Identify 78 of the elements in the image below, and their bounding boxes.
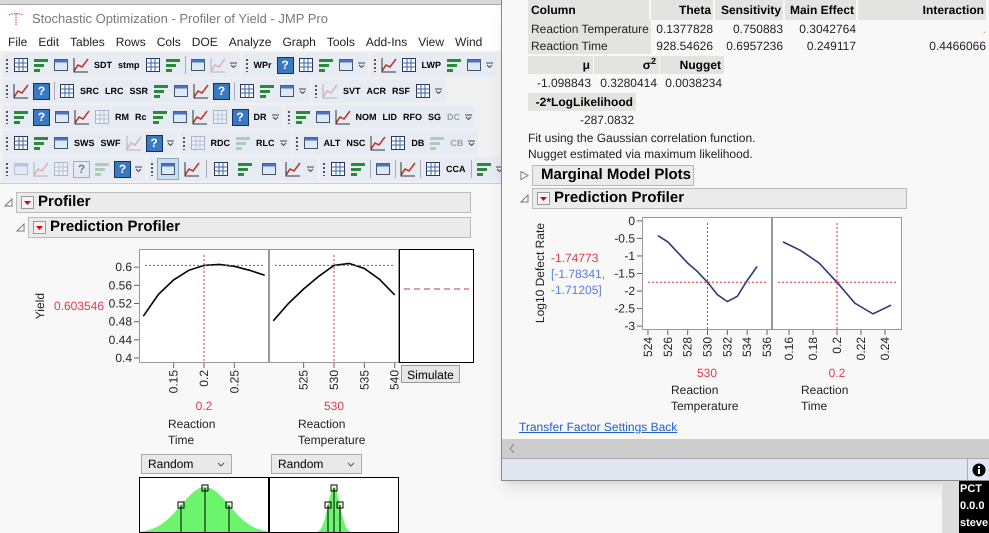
y-tick-label: 0	[628, 214, 635, 228]
section-title: Profiler	[38, 192, 91, 212]
factor-value: 0.2	[196, 399, 212, 413]
column-header: Column	[528, 0, 651, 20]
section-title: Marginal Model Plots	[541, 165, 692, 186]
column-header: Interaction	[858, 0, 988, 20]
x-tick-label: 534	[740, 337, 754, 358]
y-tick-label: 0.56	[108, 278, 132, 292]
axis-title: Log10 Defect Rate	[532, 223, 548, 324]
column-header: σ$^{2}$	[594, 56, 659, 74]
x-tick-label: 0.22	[854, 337, 868, 360]
table-cell-text: 0.0038234	[664, 74, 723, 91]
factor-value: 0.2	[828, 366, 846, 380]
table-cell-text: 0.750883	[732, 20, 784, 37]
column-header: Main Effect	[785, 0, 858, 20]
column-header: -2*LogLikelihood	[528, 93, 636, 111]
table-cell: Reaction Time	[528, 37, 651, 54]
x-tick-label: 536	[760, 337, 774, 358]
factor-label: Reaction Time	[168, 416, 216, 448]
factor-value: 530	[324, 399, 344, 413]
table-cell-text: 0.3280414	[599, 74, 658, 91]
x-tick-label: 532	[720, 337, 734, 358]
x-tick-label: 535	[357, 370, 372, 390]
table-cell-text: -287.0832	[578, 112, 635, 128]
x-tick-label: 0.25	[227, 370, 242, 394]
table-cell-text: 0.1377828	[655, 20, 714, 37]
table-cell-text: 0.6957236	[725, 38, 784, 54]
table-cell-text: 0.249117	[806, 38, 857, 54]
y-tick-label: 0.52	[108, 296, 132, 310]
y-tick-label: -1	[624, 248, 635, 263]
x-tick-label: 530	[700, 337, 714, 358]
panel-text: PCT	[960, 482, 983, 497]
y-tick-label: -2	[624, 284, 635, 298]
table-cell-text: 0.4466066	[928, 38, 987, 54]
x-tick-label: 530	[327, 370, 341, 390]
x-tick-label: 0.24	[878, 337, 892, 360]
y-tick-label: -1.5	[614, 266, 635, 280]
column-header: Sensitivity	[715, 0, 785, 20]
y-tick-label: 0.4	[115, 351, 132, 365]
y-tick-label: 0.44	[108, 332, 132, 347]
x-tick-label: 0.2	[830, 337, 844, 354]
table-cell-text: 0.3042764	[798, 20, 857, 37]
x-tick-label: 525	[296, 370, 311, 390]
x-tick-label: 526	[660, 337, 675, 358]
y-tick-label: -0.5	[614, 231, 635, 246]
x-tick-label: 0.18	[806, 337, 820, 360]
table-cell: Reaction Temperature	[528, 20, 651, 37]
column-header: Theta	[651, 0, 715, 20]
panel-text: 0.0.0	[960, 499, 986, 514]
factor-value: 530	[696, 366, 718, 380]
panel-text: steve	[960, 516, 989, 531]
x-tick-label: 524	[640, 337, 655, 358]
current-value: 0.603546	[54, 298, 104, 315]
table-cell-text: -1.098843	[536, 74, 592, 91]
column-header: μ	[528, 56, 593, 74]
x-tick-label: 540	[388, 370, 402, 390]
current-value: -1.74773	[551, 250, 600, 266]
x-tick-label: 0.15	[166, 370, 181, 394]
factor-label: Reaction Temperature	[298, 416, 366, 448]
x-tick-label: 0.16	[782, 337, 796, 360]
factor-label: Reaction Temperature	[671, 382, 740, 414]
window-title: Stochastic Optimization - Profiler of Yield - JMP Pro	[32, 10, 328, 28]
factor-label: Reaction Time	[801, 382, 850, 414]
confidence-interval: [-1.78341, -1.71205]	[551, 266, 606, 298]
y-tick-label: -2.5	[614, 302, 635, 316]
y-tick-label: -3	[624, 319, 635, 334]
x-tick-label: 528	[680, 337, 695, 358]
column-header: Nugget	[660, 56, 724, 74]
x-tick-label: 0.2	[197, 370, 211, 387]
y-tick-label: 0.48	[108, 314, 132, 329]
section-title: Prediction Profiler	[50, 217, 180, 238]
axis-title: Yield	[32, 292, 48, 320]
note-text: Fit using the Gaussian correlation function.	[528, 130, 756, 146]
note-text: Nugget estimated via maximum likelihood.	[528, 146, 754, 162]
y-tick-label: 0.6	[115, 260, 132, 274]
table-cell-text: .	[982, 20, 987, 37]
table-cell-text: 928.54626	[655, 38, 714, 54]
section-title: Prediction Profiler	[554, 188, 684, 208]
